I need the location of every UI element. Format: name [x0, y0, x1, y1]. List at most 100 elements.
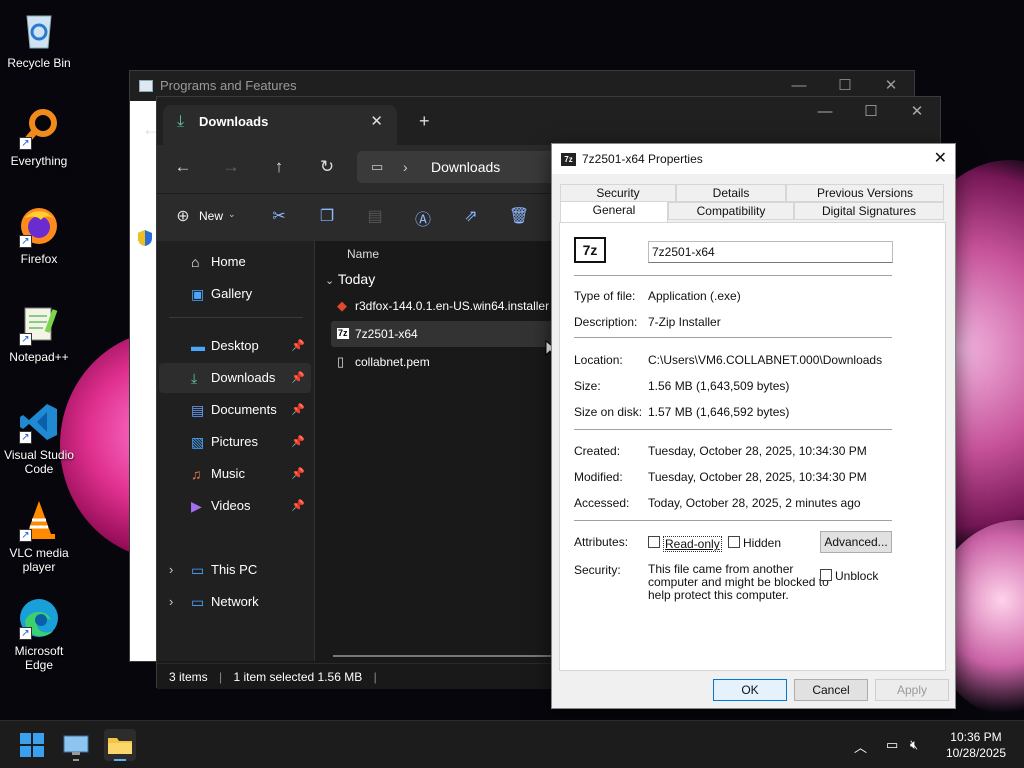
desktop-icon-label: Notepad++ — [9, 350, 69, 364]
recycle-bin-icon — [17, 8, 61, 52]
cut-icon[interactable]: ✂ — [267, 206, 291, 226]
tab-details[interactable]: Details — [676, 184, 786, 202]
modified-value: Tuesday, October 28, 2025, 10:34:30 PM — [648, 470, 867, 484]
taskbar-file-explorer[interactable] — [104, 729, 136, 761]
share-icon[interactable]: ⇗ — [459, 206, 483, 226]
cancel-button[interactable]: Cancel — [794, 679, 868, 701]
desktop-icon-label: Visual Studio Code — [4, 448, 74, 476]
nav-item-gallery[interactable]: ▣ Gallery — [159, 279, 311, 309]
desktop-icon-firefox[interactable]: ↗ Firefox — [0, 204, 78, 266]
refresh-icon[interactable]: ↻ — [315, 157, 339, 177]
divider — [574, 429, 892, 430]
apply-button[interactable]: Apply — [875, 679, 949, 701]
nav-item-documents[interactable]: ▤ Documents 📌 — [159, 395, 311, 425]
pin-icon[interactable]: 📌 — [291, 395, 305, 425]
up-arrow-icon[interactable]: ↑ — [267, 157, 291, 177]
pin-icon[interactable]: 📌 — [291, 427, 305, 457]
volume-muted-icon[interactable]: 🔇︎ — [910, 737, 918, 753]
gallery-icon: ▣ — [191, 286, 205, 302]
unblock-checkbox[interactable] — [820, 569, 832, 581]
read-only-label[interactable]: Read-only — [663, 536, 722, 552]
rename-icon[interactable]: Ⓐ — [411, 206, 435, 230]
download-icon: ⤓ — [177, 113, 185, 130]
tab-previous-versions[interactable]: Previous Versions — [786, 184, 944, 202]
desktop-icon-vlc[interactable]: ↗ VLC media player — [0, 498, 78, 574]
pin-icon[interactable]: 📌 — [291, 459, 305, 489]
maximize-button[interactable]: ☐ — [848, 97, 894, 127]
tab-security[interactable]: Security — [560, 184, 676, 202]
nav-item-music[interactable]: ♫ Music 📌 — [159, 459, 311, 489]
status-items: 3 items — [169, 670, 208, 684]
copy-icon[interactable]: ❐ — [315, 206, 339, 226]
desktop-icon: ▬ — [191, 338, 205, 354]
tab-title: Downloads — [199, 114, 269, 129]
tab-downloads[interactable]: ⤓ Downloads ✕ — [163, 105, 397, 145]
hidden-checkbox[interactable] — [728, 536, 740, 548]
nav-item-home[interactable]: ⌂ Home — [159, 247, 311, 277]
desktop-icon-recycle-bin[interactable]: Recycle Bin — [0, 8, 78, 70]
desktop-icon-everything[interactable]: ↗ Everything — [0, 106, 78, 168]
clock[interactable]: 10:36 PM 10/28/2025 — [946, 729, 1006, 761]
pin-icon[interactable]: 📌 — [291, 331, 305, 361]
desktop-icon-vscode[interactable]: ↗ Visual Studio Code — [0, 400, 78, 476]
monitor-icon: ▭ — [371, 159, 384, 174]
chevron-right-icon[interactable]: › — [169, 555, 173, 585]
7zip-icon: 7z — [337, 328, 349, 339]
desktop-icon-edge[interactable]: ↗ Microsoft Edge — [0, 596, 78, 672]
dialog-titlebar[interactable]: 7z 7z2501-x64 Properties ✕ — [552, 144, 955, 174]
nav-item-desktop[interactable]: ▬ Desktop 📌 — [159, 331, 311, 361]
network-icon[interactable]: ▭ — [886, 737, 898, 753]
breadcrumb[interactable]: Downloads — [431, 151, 500, 183]
chevron-up-icon[interactable]: ︿ — [854, 737, 867, 756]
general-tab-pane: 7z 7z2501-x64 Type of file: Application … — [559, 222, 946, 671]
tab-compatibility[interactable]: Compatibility — [668, 202, 794, 220]
pin-icon[interactable]: 📌 — [291, 491, 305, 521]
file-name-field[interactable]: 7z2501-x64 — [648, 241, 893, 263]
forward-arrow-icon[interactable]: → — [219, 157, 243, 177]
nav-item-this-pc[interactable]: › ▭ This PC — [159, 555, 311, 585]
ok-button[interactable]: OK — [713, 679, 787, 701]
created-value: Tuesday, October 28, 2025, 10:34:30 PM — [648, 444, 867, 458]
nav-item-network[interactable]: › ▭ Network — [159, 587, 311, 617]
start-button[interactable] — [16, 729, 48, 761]
horizontal-scrollbar[interactable] — [333, 655, 573, 657]
nav-item-videos[interactable]: ▶ Videos 📌 — [159, 491, 311, 521]
new-button[interactable]: New — [199, 209, 223, 223]
minimize-button[interactable]: — — [802, 97, 848, 127]
edge-icon: ↗ — [17, 596, 61, 640]
close-button[interactable]: ✕ — [894, 97, 940, 127]
nav-item-pictures[interactable]: ▧ Pictures 📌 — [159, 427, 311, 457]
tab-general[interactable]: General — [560, 201, 668, 222]
address-box[interactable]: ▭ › Downloads — [357, 151, 557, 183]
delete-icon[interactable]: 🗑 — [507, 206, 531, 226]
clock-date: 10/28/2025 — [945, 746, 1006, 760]
document-icon: ▤ — [191, 402, 205, 418]
taskbar-control-panel[interactable] — [60, 729, 92, 761]
read-only-checkbox[interactable] — [648, 536, 660, 548]
close-tab-icon[interactable]: ✕ — [370, 105, 383, 139]
pin-icon[interactable]: 📌 — [291, 363, 305, 393]
nav-item-downloads[interactable]: ⤓ Downloads 📌 — [159, 363, 311, 393]
back-arrow-icon[interactable]: ← — [171, 157, 195, 177]
explorer-tab-bar: ⤓ Downloads ✕ + — ☐ ✕ — [157, 97, 940, 145]
paste-icon[interactable]: ▤ — [363, 206, 387, 226]
firefox-installer-icon: ◆ — [337, 298, 347, 313]
desktop-icon-label: Microsoft Edge — [14, 644, 64, 672]
nav-label: Network — [211, 594, 259, 609]
advanced-button[interactable]: Advanced... — [820, 531, 892, 553]
column-header-name[interactable]: Name — [347, 247, 379, 261]
hidden-label[interactable]: Hidden — [743, 536, 781, 550]
picture-icon: ▧ — [191, 434, 205, 450]
file-name: r3dfox-144.0.1.en-US.win64.installer — [355, 299, 550, 313]
tab-digital-signatures[interactable]: Digital Signatures — [794, 202, 944, 220]
chevron-down-icon: ⌄ — [228, 209, 236, 219]
chevron-right-icon[interactable]: › — [169, 587, 173, 617]
nav-label: Documents — [211, 402, 277, 417]
divider — [574, 520, 892, 521]
group-header[interactable]: ⌄ Today — [325, 271, 375, 287]
unblock-label[interactable]: Unblock — [835, 569, 878, 583]
desktop-icon-notepad-plus-plus[interactable]: ↗ Notepad++ — [0, 302, 78, 364]
close-icon[interactable]: ✕ — [934, 144, 947, 174]
new-tab-button[interactable]: + — [419, 111, 430, 132]
properties-dialog[interactable]: 7z 7z2501-x64 Properties ✕ Security Deta… — [551, 143, 956, 709]
